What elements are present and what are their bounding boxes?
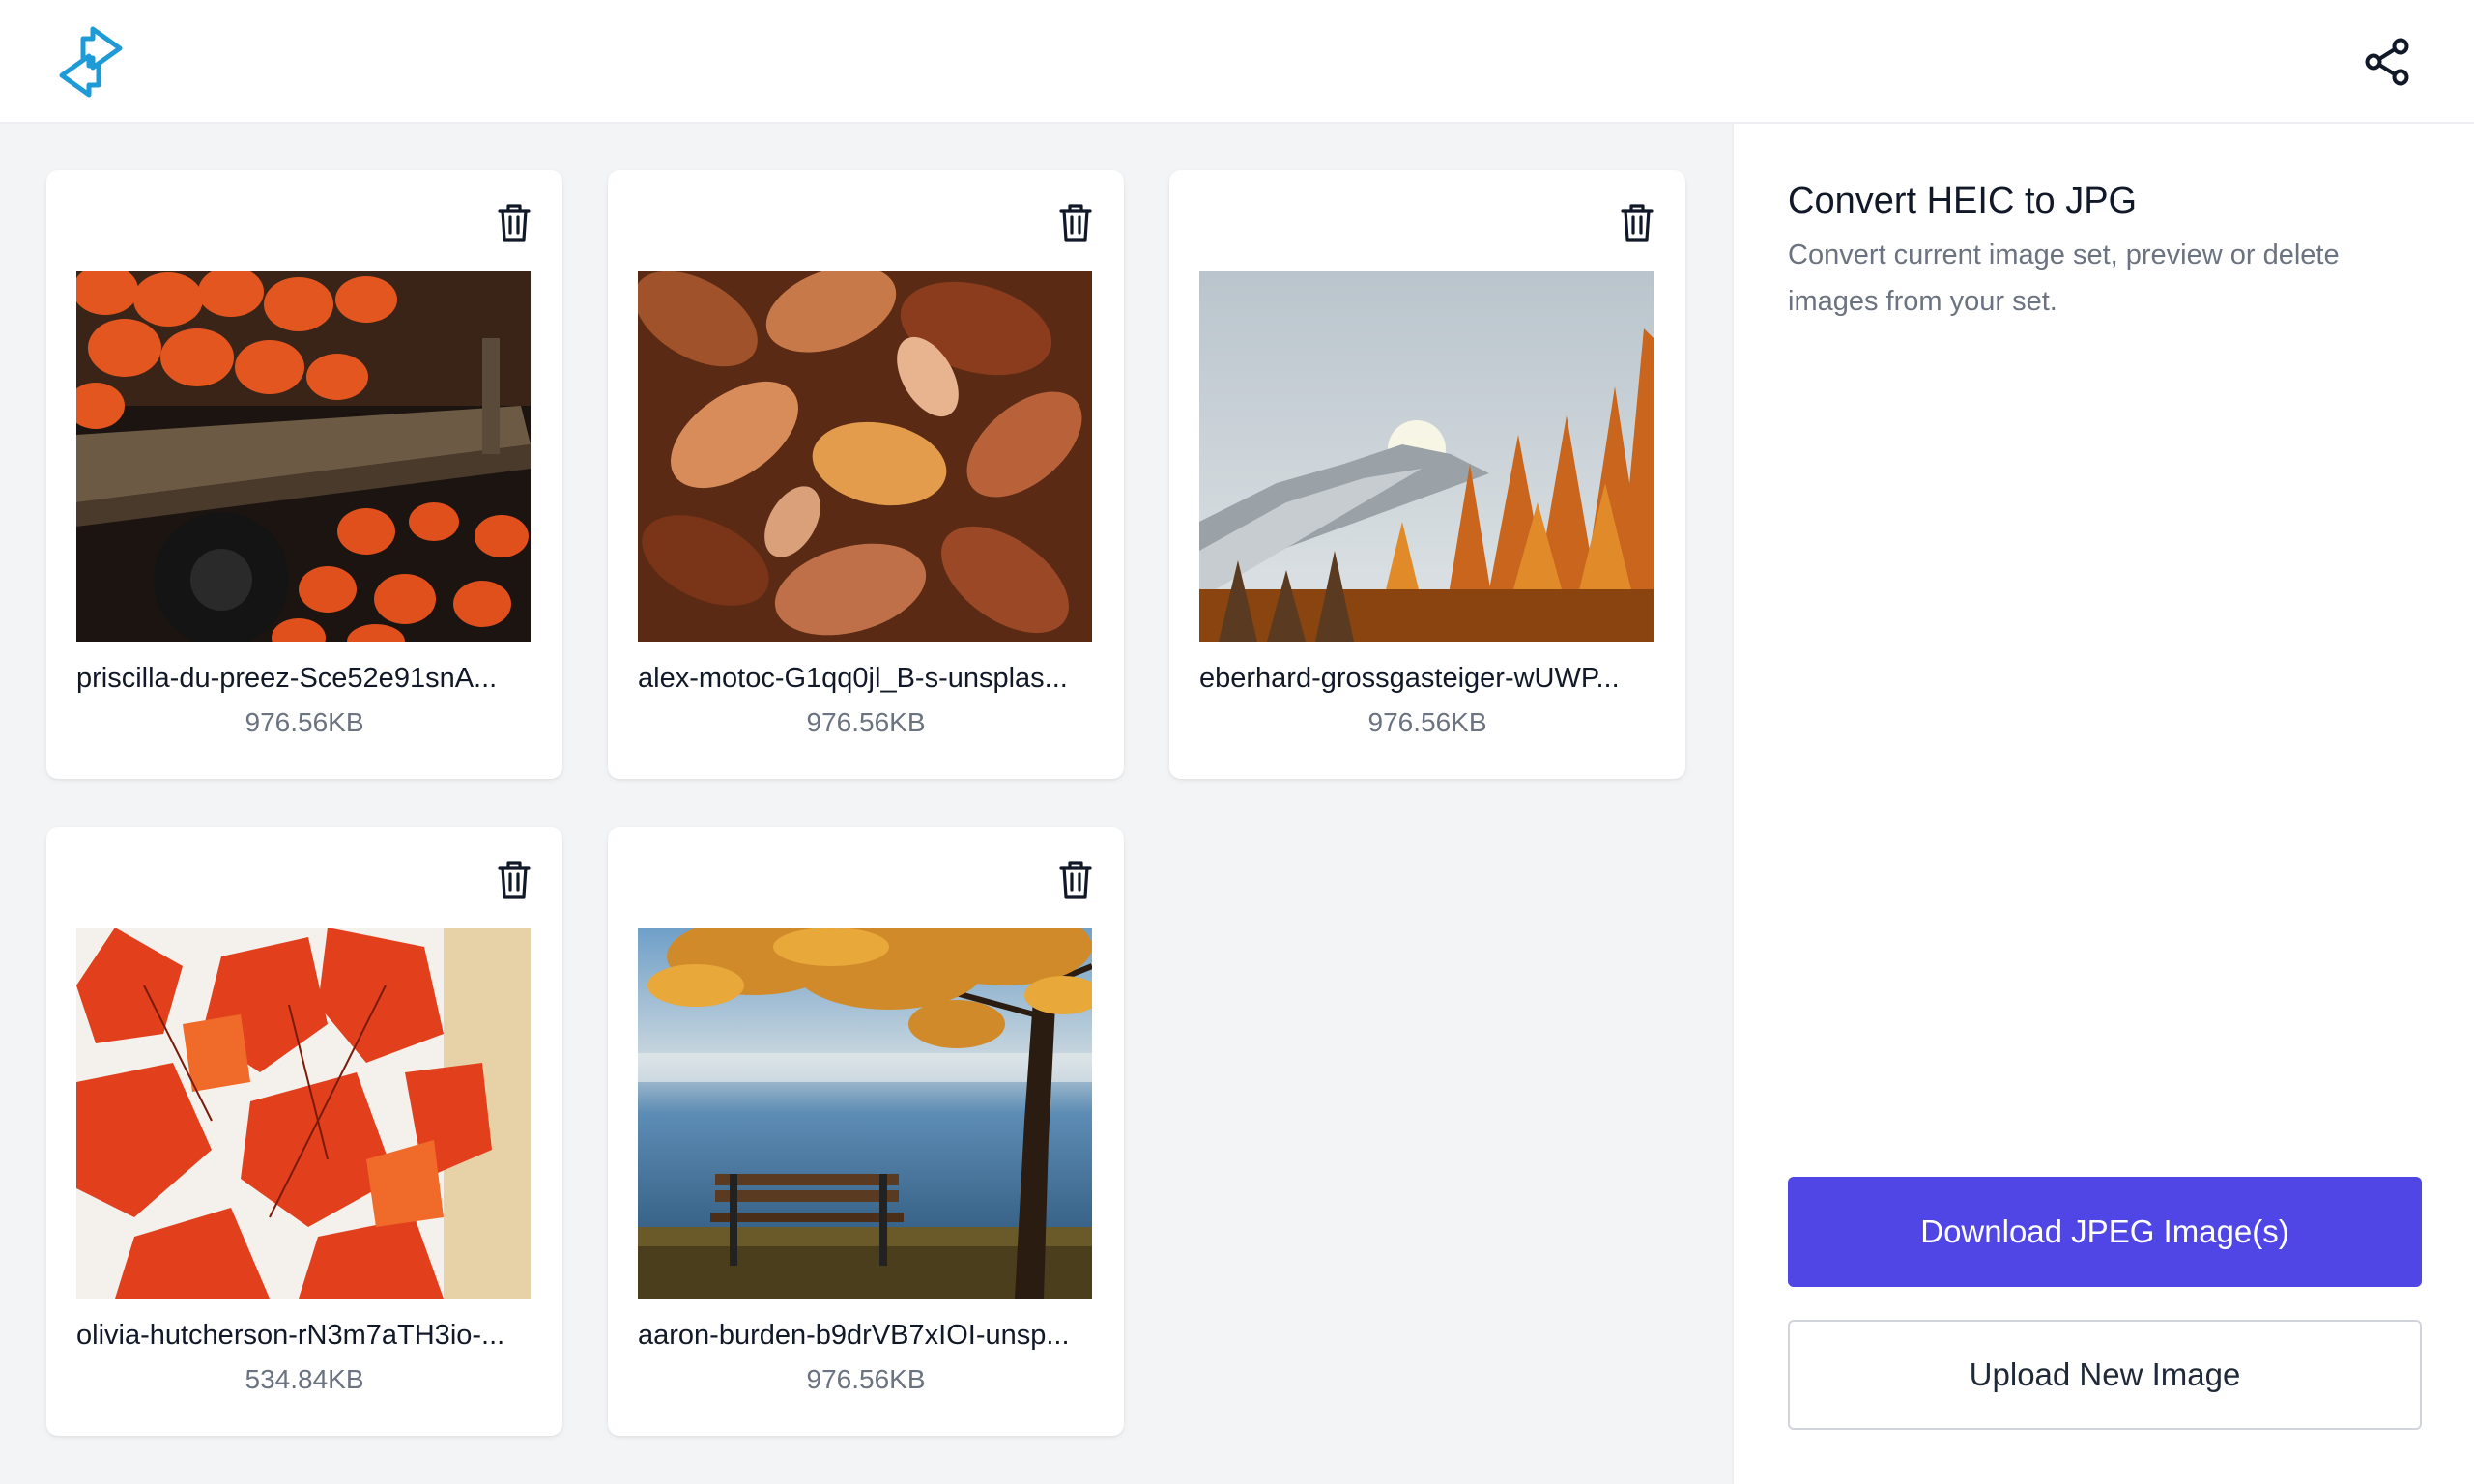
trash-icon[interactable] [495, 858, 533, 900]
image-card: eberhard-grossgasteiger-wUWP... 976.56KB [1169, 170, 1685, 779]
app-root: priscilla-du-preez-Sce52e91snA... 976.56… [0, 0, 2474, 1484]
upload-new-image-button[interactable]: Upload New Image [1788, 1320, 2422, 1430]
trash-icon[interactable] [1056, 201, 1095, 243]
image-thumbnail[interactable] [76, 271, 531, 642]
image-grid: priscilla-du-preez-Sce52e91snA... 976.56… [0, 124, 1732, 1484]
file-name: olivia-hutcherson-rN3m7aTH3io-... [76, 1320, 505, 1351]
image-thumbnail[interactable] [638, 271, 1092, 642]
image-thumbnail[interactable] [76, 928, 531, 1298]
image-thumbnail[interactable] [1199, 271, 1654, 642]
sidebar-title: Convert HEIC to JPG [1788, 181, 2138, 221]
download-jpeg-button[interactable]: Download JPEG Image(s) [1788, 1177, 2422, 1287]
image-card: priscilla-du-preez-Sce52e91snA... 976.56… [46, 170, 562, 779]
swap-arrows-icon[interactable] [50, 23, 131, 100]
file-size: 976.56KB [1367, 707, 1487, 737]
file-size: 534.84KB [245, 1364, 364, 1394]
file-size: 976.56KB [245, 707, 364, 737]
image-card: olivia-hutcherson-rN3m7aTH3io-... 534.84… [46, 827, 562, 1436]
share-icon[interactable] [2362, 35, 2416, 89]
sidebar-description: Convert current image set, preview or de… [1788, 240, 2340, 317]
file-name: alex-motoc-G1qq0jl_B-s-unsplas... [638, 663, 1068, 694]
converter-sidebar: Convert HEIC to JPG Convert current imag… [1732, 124, 2474, 1484]
top-bar [0, 0, 2474, 124]
trash-icon[interactable] [1618, 201, 1656, 243]
trash-icon[interactable] [495, 201, 533, 243]
trash-icon[interactable] [1056, 858, 1095, 900]
file-name: eberhard-grossgasteiger-wUWP... [1199, 663, 1620, 694]
file-name: aaron-burden-b9drVB7xIOI-unsp... [638, 1320, 1070, 1351]
image-card: aaron-burden-b9drVB7xIOI-unsp... 976.56K… [608, 827, 1124, 1436]
file-size: 976.56KB [806, 707, 926, 737]
file-size: 976.56KB [806, 1364, 926, 1394]
file-name: priscilla-du-preez-Sce52e91snA... [76, 663, 498, 694]
image-thumbnail[interactable] [638, 928, 1092, 1298]
image-card: alex-motoc-G1qq0jl_B-s-unsplas... 976.56… [608, 170, 1124, 779]
